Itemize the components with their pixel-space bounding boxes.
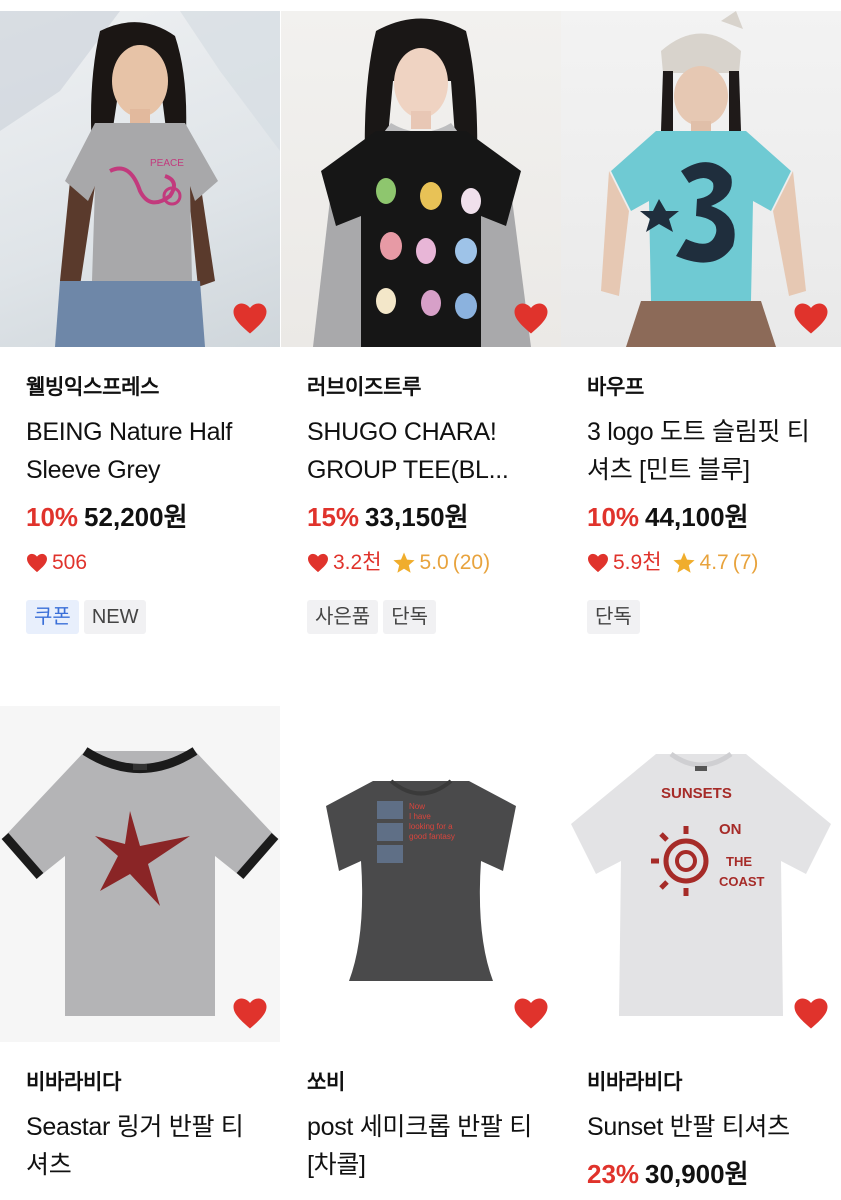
price-row: 23% 30,900원 (587, 1154, 827, 1194)
price-row: 10% 44,100원 (587, 497, 827, 537)
rating: 5.0 (20) (392, 549, 491, 577)
product-image[interactable]: SUNSETS ON THE COAST (561, 706, 841, 1042)
product-name[interactable]: post 세미크롭 반팔 티 [차콜] (307, 1108, 547, 1184)
brand-name[interactable]: 웰빙익스프레스 (26, 373, 266, 403)
gray-tshirt-model-photo-icon: PEACE (0, 11, 280, 347)
heart-icon[interactable] (513, 302, 549, 335)
like-count-value: 3.2천 (333, 551, 382, 574)
like-count-value: 5.9천 (613, 551, 662, 574)
tag-exclusive: 단독 (587, 600, 640, 634)
discount-rate: 10% (26, 502, 79, 532)
mint-tshirt-model-photo-icon (601, 11, 806, 347)
product-info: 쏘비 post 세미크롭 반팔 티 [차콜] (307, 1068, 547, 1184)
product-image[interactable] (561, 11, 841, 347)
price-row: 15% 33,150원 (307, 497, 547, 537)
product-card[interactable]: 비바라비다 Seastar 링거 반팔 티셔츠 (0, 706, 280, 1179)
svg-text:good fantasy: good fantasy (409, 832, 455, 841)
heart-icon[interactable] (232, 302, 268, 335)
product-image[interactable] (281, 11, 561, 347)
svg-text:PEACE: PEACE (150, 158, 184, 169)
heart-icon[interactable] (793, 302, 829, 335)
svg-text:SUNSETS: SUNSETS (661, 785, 732, 802)
like-count: 3.2천 (307, 549, 382, 577)
product-image[interactable]: PEACE (0, 11, 280, 347)
product-name[interactable]: 3 logo 도트 슬림핏 티셔츠 [민트 블루] (587, 413, 827, 489)
product-info: 바우프 3 logo 도트 슬림핏 티셔츠 [민트 블루] 10% 44,100원… (587, 373, 827, 634)
heart-icon (588, 553, 608, 573)
charcoal-tshirt-photo-icon: Now I have looking for a good fantasy (326, 779, 516, 981)
rating-value: 5.0 (419, 551, 449, 574)
brand-name[interactable]: 비바라비다 (26, 1068, 266, 1098)
tag-list: 단독 (587, 600, 827, 634)
discount-rate: 23% (587, 1159, 640, 1189)
tag-list: 사은품 단독 (307, 600, 547, 634)
product-card[interactable]: PEACE 웰빙익스프레스 BEING Nature Half Sleeve G… (0, 11, 280, 634)
svg-text:THE: THE (726, 854, 752, 869)
product-name[interactable]: SHUGO CHARA! GROUP TEE(BL... (307, 413, 547, 489)
svg-text:ON: ON (719, 821, 742, 838)
product-stats: 506 (26, 549, 266, 577)
tag-list: 쿠폰 NEW (26, 600, 266, 634)
black-tshirt-model-photo-icon (313, 18, 531, 347)
product-stats: 5.9천 4.7 (7) (587, 549, 827, 577)
product-stats: 3.2천 5.0 (20) (307, 549, 547, 577)
svg-text:COAST: COAST (719, 874, 765, 889)
heart-icon[interactable] (513, 997, 549, 1030)
heart-icon (27, 553, 47, 573)
heart-icon[interactable] (793, 997, 829, 1030)
star-icon (392, 552, 415, 573)
product-info: 비바라비다 Sunset 반팔 티셔츠 23% 30,900원 (587, 1068, 827, 1194)
brand-name[interactable]: 러브이즈트루 (307, 373, 547, 403)
svg-text:looking for a: looking for a (409, 822, 453, 831)
price: 33,150원 (365, 502, 469, 532)
heart-icon[interactable] (232, 997, 268, 1030)
star-icon (672, 552, 695, 573)
ringer-tshirt-photo-icon (1, 747, 279, 1016)
tag-coupon: 쿠폰 (26, 600, 79, 634)
svg-text:I have: I have (409, 812, 431, 821)
product-info: 러브이즈트루 SHUGO CHARA! GROUP TEE(BL... 15% 3… (307, 373, 547, 634)
review-count: (20) (452, 551, 491, 574)
product-card[interactable]: Now I have looking for a good fantasy 쏘비… (281, 706, 561, 1179)
brand-name[interactable]: 쏘비 (307, 1068, 547, 1098)
sunset-tshirt-photo-icon: SUNSETS ON THE COAST (571, 751, 831, 1016)
product-name[interactable]: Sunset 반팔 티셔츠 (587, 1108, 827, 1146)
svg-text:Now: Now (409, 802, 425, 811)
like-count-value: 506 (52, 551, 88, 574)
product-name[interactable]: Seastar 링거 반팔 티셔츠 (26, 1108, 266, 1184)
product-card[interactable]: SUNSETS ON THE COAST 비바라비다 Sunset 반팔 티셔츠… (561, 706, 841, 1189)
product-card[interactable]: 바우프 3 logo 도트 슬림핏 티셔츠 [민트 블루] 10% 44,100원… (561, 11, 841, 634)
discount-rate: 15% (307, 502, 360, 532)
discount-rate: 10% (587, 502, 640, 532)
product-card[interactable]: 러브이즈트루 SHUGO CHARA! GROUP TEE(BL... 15% 3… (281, 11, 561, 634)
product-info: 웰빙익스프레스 BEING Nature Half Sleeve Grey 10… (26, 373, 266, 634)
rating-value: 4.7 (699, 551, 729, 574)
heart-icon (308, 553, 328, 573)
like-count: 506 (26, 549, 87, 577)
price-row: 10% 52,200원 (26, 497, 266, 537)
tag-exclusive: 단독 (383, 600, 437, 634)
brand-name[interactable]: 바우프 (587, 373, 827, 403)
product-image[interactable] (0, 706, 280, 1042)
rating: 4.7 (7) (672, 549, 759, 577)
price: 30,900원 (645, 1159, 749, 1189)
brand-name[interactable]: 비바라비다 (587, 1068, 827, 1098)
product-image[interactable]: Now I have looking for a good fantasy (281, 706, 561, 1042)
tag-gift: 사은품 (307, 600, 379, 634)
review-count: (7) (732, 551, 759, 574)
tag-new: NEW (83, 600, 147, 634)
price: 52,200원 (84, 502, 188, 532)
like-count: 5.9천 (587, 549, 662, 577)
product-info: 비바라비다 Seastar 링거 반팔 티셔츠 (26, 1068, 266, 1184)
price: 44,100원 (645, 502, 749, 532)
product-name[interactable]: BEING Nature Half Sleeve Grey (26, 413, 266, 489)
